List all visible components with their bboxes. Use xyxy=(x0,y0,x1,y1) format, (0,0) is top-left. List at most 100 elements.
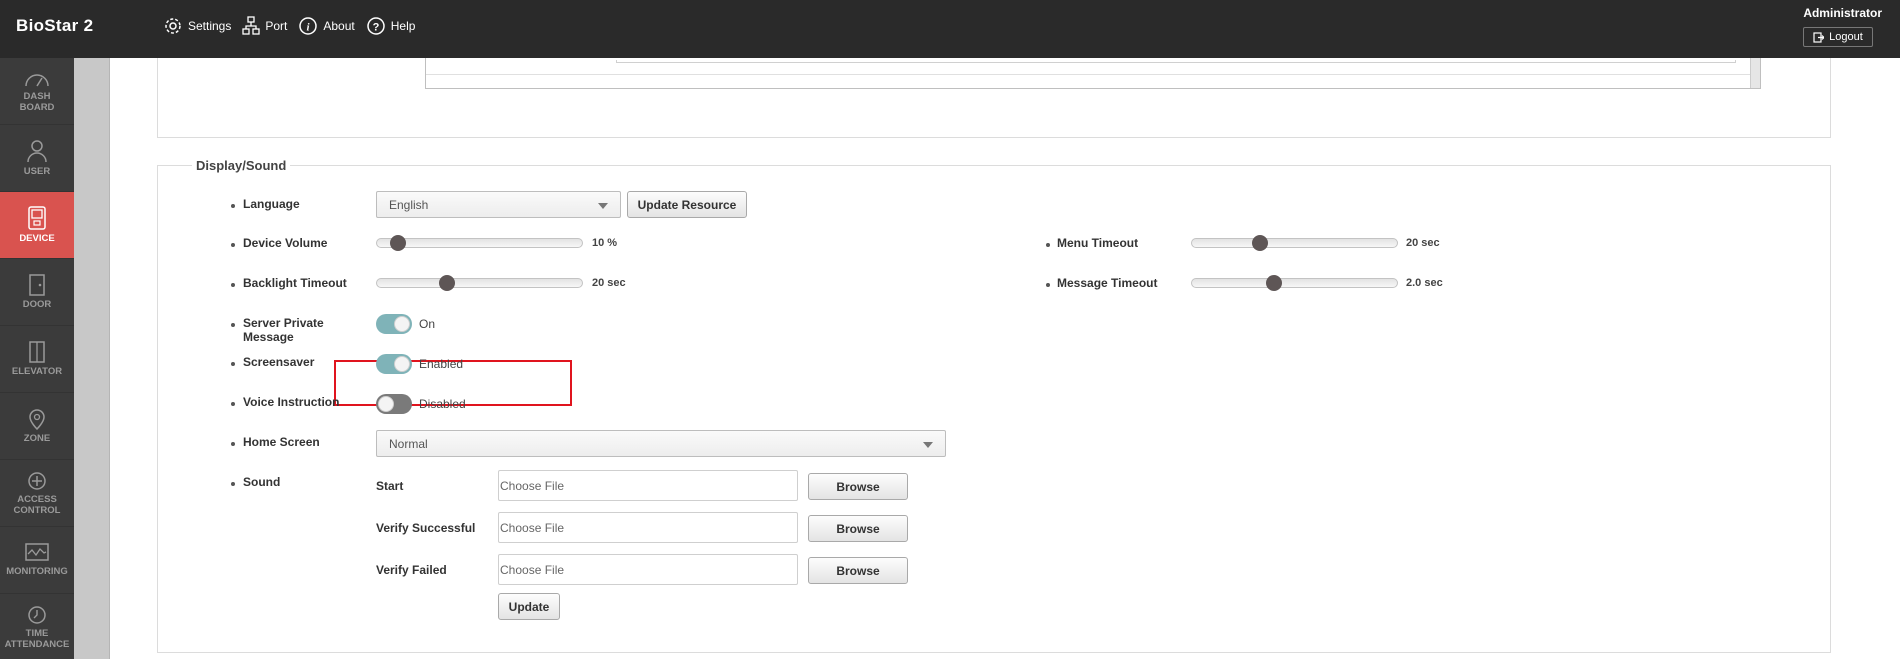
help-link[interactable]: ? Help xyxy=(366,16,415,36)
voice-instruction-toggle[interactable] xyxy=(376,394,412,414)
svg-text:?: ? xyxy=(372,22,379,34)
language-select[interactable]: English xyxy=(376,191,621,218)
slider-handle[interactable] xyxy=(1266,275,1282,291)
sidebar-item-door[interactable]: DOOR xyxy=(0,259,74,326)
bullet xyxy=(231,362,235,366)
sidebar-item-elevator[interactable]: ELEVATOR xyxy=(0,326,74,393)
screensaver-toggle[interactable] xyxy=(376,354,412,374)
sidebar-item-access-control[interactable]: ACCESS CONTROL xyxy=(0,460,74,527)
sidebar-item-label: CONTROL xyxy=(13,504,61,516)
monitoring-icon xyxy=(25,543,49,561)
server-private-message-label: Server Private Message xyxy=(243,316,324,344)
verify-successful-file-input[interactable]: Choose File xyxy=(498,512,798,543)
bullet xyxy=(1046,243,1050,247)
main-content: Display/Sound Language English Update Re… xyxy=(110,58,1900,659)
server-private-message-toggle[interactable] xyxy=(376,314,412,334)
top-bar: BioStar 2 Settings Port i About ? Help A… xyxy=(0,0,1900,58)
home-screen-value: Normal xyxy=(389,436,428,451)
sidebar-item-time-attendance[interactable]: TIME ATTENDANCE xyxy=(0,594,74,659)
table-row xyxy=(616,60,1736,63)
bullet xyxy=(231,283,235,287)
sidebar-item-dashboard[interactable]: DASH BOARD xyxy=(0,58,74,125)
server-private-message-state: On xyxy=(419,317,436,331)
network-icon xyxy=(242,16,261,35)
sidebar-item-label: ELEVATOR xyxy=(11,366,63,377)
sidebar-item-zone[interactable]: ZONE xyxy=(0,393,74,460)
top-nav: Settings Port i About ? Help xyxy=(163,16,426,36)
home-screen-label: Home Screen xyxy=(243,435,320,449)
port-link[interactable]: Port xyxy=(242,16,287,36)
toggle-knob xyxy=(378,396,394,412)
start-sound-file-input[interactable]: Choose File xyxy=(498,470,798,501)
sidebar-item-monitoring[interactable]: MONITORING xyxy=(0,527,74,594)
chevron-down-icon xyxy=(598,203,608,209)
screensaver-label: Screensaver xyxy=(243,355,315,369)
verify-successful-label: Verify Successful xyxy=(376,521,476,535)
start-browse-button[interactable]: Browse xyxy=(808,473,908,500)
clock-icon xyxy=(28,605,46,624)
verify-failed-file-input[interactable]: Choose File xyxy=(498,554,798,585)
elevator-icon xyxy=(29,341,45,363)
slider-handle[interactable] xyxy=(438,275,455,291)
toggle-knob xyxy=(394,316,410,332)
sidebar-item-label: USER xyxy=(23,166,51,177)
verify-successful-browse-button[interactable]: Browse xyxy=(808,515,908,542)
location-pin-icon xyxy=(29,409,45,430)
language-value: English xyxy=(389,197,429,212)
message-timeout-label: Message Timeout xyxy=(1057,276,1158,290)
bullet xyxy=(1046,283,1050,287)
menu-timeout-label: Menu Timeout xyxy=(1057,236,1139,250)
door-icon xyxy=(29,274,45,296)
slider-handle[interactable] xyxy=(389,235,406,251)
sidebar: DASH BOARD USER DEVICE DOOR ELEVATOR ZON… xyxy=(0,58,74,659)
device-volume-slider[interactable] xyxy=(376,235,583,251)
verify-failed-label: Verify Failed xyxy=(376,563,447,577)
sidebar-item-label: BOARD xyxy=(19,101,55,113)
section-title: Display/Sound xyxy=(192,158,291,173)
sidebar-item-device[interactable]: DEVICE xyxy=(0,192,74,259)
voice-instruction-label: Voice Instruction xyxy=(243,395,340,409)
bullet xyxy=(231,323,235,327)
verify-failed-browse-button[interactable]: Browse xyxy=(808,557,908,584)
logout-label: Logout xyxy=(1829,31,1863,43)
sidebar-item-label: DEVICE xyxy=(19,233,55,244)
settings-link[interactable]: Settings xyxy=(163,16,231,36)
toggle-knob xyxy=(394,356,410,372)
bullet xyxy=(231,204,235,208)
port-label: Port xyxy=(265,19,288,33)
device-volume-value: 10 % xyxy=(592,237,618,249)
about-link[interactable]: i About xyxy=(298,16,355,36)
sidebar-item-label: ZONE xyxy=(23,433,51,444)
logout-button[interactable]: Logout xyxy=(1803,27,1873,47)
sidebar-item-label: ACCESS xyxy=(17,493,57,505)
logout-icon xyxy=(1813,31,1825,43)
home-screen-select[interactable]: Normal xyxy=(376,430,946,457)
message-timeout-slider[interactable] xyxy=(1191,275,1398,291)
bullet xyxy=(231,243,235,247)
slider-handle[interactable] xyxy=(1251,235,1268,251)
label-line: Message xyxy=(243,330,294,344)
update-resource-button[interactable]: Update Resource xyxy=(627,191,747,218)
gear-icon xyxy=(165,18,181,34)
message-timeout-value: 2.0 sec xyxy=(1406,277,1443,289)
menu-timeout-value: 20 sec xyxy=(1406,237,1440,249)
bullet xyxy=(231,442,235,446)
about-label: About xyxy=(323,19,355,33)
backlight-timeout-value: 20 sec xyxy=(592,277,626,289)
language-label: Language xyxy=(243,197,300,211)
app-brand[interactable]: BioStar 2 xyxy=(16,16,93,36)
access-control-icon xyxy=(28,471,46,490)
sidebar-item-label: DOOR xyxy=(22,299,52,310)
previous-section-table xyxy=(425,58,1761,89)
sidebar-gutter xyxy=(74,58,110,659)
table-scrollbar[interactable] xyxy=(1750,58,1760,88)
gauge-icon xyxy=(25,73,49,86)
device-icon xyxy=(28,206,46,230)
menu-timeout-slider[interactable] xyxy=(1191,235,1398,251)
backlight-timeout-slider[interactable] xyxy=(376,275,583,291)
bullet xyxy=(231,402,235,406)
bullet xyxy=(231,482,235,486)
user-icon xyxy=(27,140,47,163)
sound-update-button[interactable]: Update xyxy=(498,593,560,620)
sidebar-item-user[interactable]: USER xyxy=(0,125,74,192)
